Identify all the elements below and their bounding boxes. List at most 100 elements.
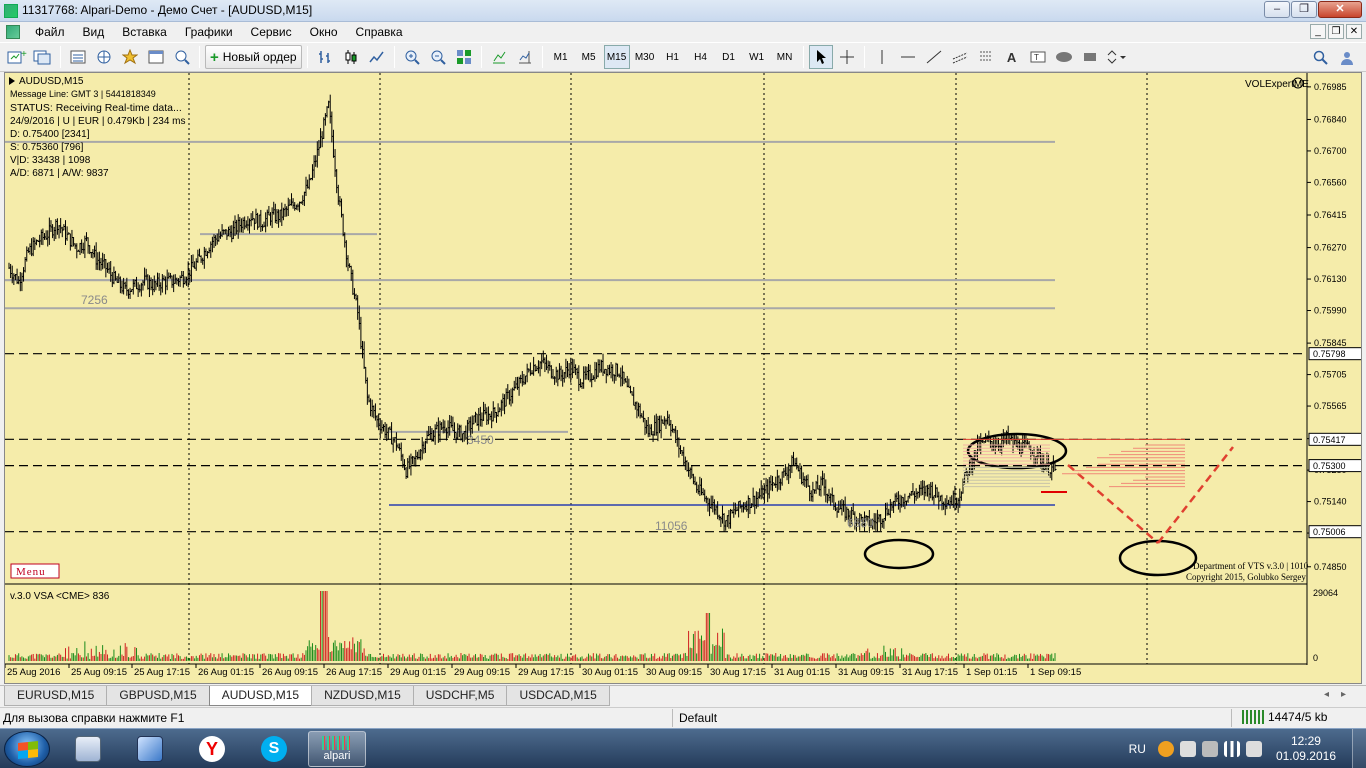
price-chart[interactable]: 0.76985 0.76840 0.76700 0.76560 0.76415 0.762… [5,73,1362,684]
menu-window[interactable]: Окно [301,22,347,42]
menu-insert[interactable]: Вставка [113,22,176,42]
mdi-minimize-button[interactable]: _ [1310,24,1326,39]
timeframe-m1[interactable]: M1 [548,45,574,69]
arrows-menu-icon[interactable] [1104,45,1128,69]
auto-scroll-icon[interactable] [487,45,511,69]
info-line: A/D: 6871 | A/W: 9837 [10,168,109,179]
time-tick-label: 26 Aug 01:15 [198,667,254,678]
profile-name[interactable]: Default [672,709,1232,727]
svg-text:T: T [1034,53,1039,62]
taskbar-yandex[interactable]: Y [184,731,240,767]
price-tick-label: 0.76130 [1314,274,1347,284]
timeframe-m15[interactable]: M15 [603,45,630,69]
bar-chart-icon[interactable] [313,45,337,69]
timeframe-mn[interactable]: MN [772,45,798,69]
market-watch-icon[interactable] [66,45,90,69]
chart-shift-icon[interactable] [513,45,537,69]
expert-advisor-label[interactable]: VOLExpertME [1245,79,1309,90]
trendline-icon[interactable] [922,45,946,69]
community-icon[interactable] [1335,46,1359,70]
strategy-tester-icon[interactable] [170,45,194,69]
volume-icon[interactable] [1245,741,1262,757]
zoom-in-icon[interactable] [400,45,424,69]
close-button[interactable]: ✕ [1318,1,1362,18]
app-icon [4,4,18,18]
start-button[interactable] [4,731,50,767]
ellipse-icon[interactable] [1052,45,1076,69]
profiles-icon[interactable] [31,45,55,69]
price-tick-label: 0.75845 [1314,338,1347,348]
navigator-icon[interactable] [92,45,116,69]
menu-file[interactable]: Файл [26,22,74,42]
tile-windows-icon[interactable] [452,45,476,69]
maximize-button[interactable]: ❐ [1291,1,1317,18]
search-icon[interactable] [1309,46,1333,70]
clock[interactable]: 12:29 01.09.2016 [1276,734,1336,764]
new-order-button[interactable]: + Новый ордер [205,45,302,69]
vertical-line-icon[interactable] [870,45,894,69]
cursor-icon[interactable] [808,45,833,69]
time-tick-label: 29 Aug 09:15 [454,667,510,678]
timeframe-d1[interactable]: D1 [716,45,742,69]
chart-window-icon[interactable] [6,25,20,39]
text-label-icon[interactable]: T [1026,45,1050,69]
timeframe-m5[interactable]: M5 [576,45,602,69]
favorites-icon[interactable] [118,45,142,69]
time-tick-label: 25 Aug 17:15 [134,667,190,678]
tab-nzdusd[interactable]: NZDUSD,M15 [311,686,414,706]
price-label-highlight: 0.75006 [1313,527,1346,537]
timeframe-w1[interactable]: W1 [744,45,770,69]
system-tray: RU 12:29 01.09.2016 [1129,729,1366,768]
tray-flag-icon[interactable] [1179,741,1196,757]
price-label-highlight: 0.75798 [1313,349,1346,359]
time-tick-label: 29 Aug 01:15 [390,667,446,678]
horizontal-line-icon[interactable] [896,45,920,69]
network-computer-icon [137,736,163,762]
info-line: Message Line: GMT 3 | 5441818349 [10,89,156,99]
time-tick-label: 1 Sep 09:15 [1030,667,1081,678]
network-icon[interactable] [1223,741,1240,757]
timeframe-m30[interactable]: M30 [632,45,658,69]
tab-usdcad[interactable]: USDCAD,M15 [506,686,610,706]
crosshair-icon[interactable] [835,45,859,69]
chart-window[interactable]: 0.76985 0.76840 0.76700 0.76560 0.76415 0.762… [4,72,1362,684]
price-tick-label: 0.76270 [1314,243,1347,253]
language-indicator[interactable]: RU [1129,742,1146,756]
fibonacci-icon[interactable] [974,45,998,69]
timeframe-h4[interactable]: H4 [688,45,714,69]
terminal-icon[interactable] [144,45,168,69]
tab-usdchf[interactable]: USDCHF,M5 [412,686,508,706]
copyright-line: Copyright 2015, Golubko Sergey [1186,572,1306,582]
zoom-out-icon[interactable] [426,45,450,69]
connection-status[interactable]: 14474/5 kb [1242,710,1327,724]
menu-tools[interactable]: Сервис [242,22,301,42]
taskbar-network[interactable] [122,731,178,767]
tab-scroll-arrows-icon[interactable]: ◂▸ [1324,689,1358,700]
candlestick-icon[interactable] [339,45,363,69]
channel-icon[interactable] [948,45,972,69]
taskbar-skype[interactable]: S [246,731,302,767]
price-label-highlight: 0.75417 [1313,435,1346,445]
rectangle-icon[interactable] [1078,45,1102,69]
menu-charts[interactable]: Графики [176,22,242,42]
new-chart-icon[interactable]: + [5,45,29,69]
taskbar-calculator[interactable] [60,731,116,767]
menu-button-label[interactable]: Menu [16,566,46,578]
menu-help[interactable]: Справка [347,22,412,42]
tab-audusd[interactable]: AUDUSD,M15 [208,686,313,706]
show-desktop-button[interactable] [1352,729,1366,768]
tray-app-icon[interactable] [1157,741,1174,757]
tray-device-icon[interactable] [1201,741,1218,757]
time-tick-label: 25 Aug 09:15 [71,667,127,678]
taskbar-alpari[interactable]: alpari [308,731,366,767]
mdi-restore-button[interactable]: ❐ [1328,24,1344,39]
plus-icon: + [210,48,219,66]
minimize-button[interactable]: – [1264,1,1290,18]
menu-view[interactable]: Вид [74,22,114,42]
tab-eurusd[interactable]: EURUSD,M15 [4,686,108,706]
timeframe-h1[interactable]: H1 [660,45,686,69]
mdi-close-button[interactable]: ✕ [1346,24,1362,39]
line-chart-icon[interactable] [365,45,389,69]
text-icon[interactable]: A [1000,45,1024,69]
tab-gbpusd[interactable]: GBPUSD,M15 [106,686,210,706]
